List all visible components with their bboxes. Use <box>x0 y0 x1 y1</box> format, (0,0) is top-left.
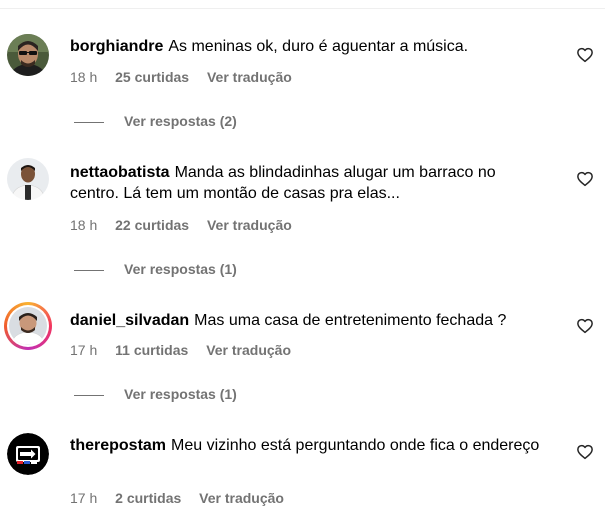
comment-meta: 18 h 25 curtidas Ver tradução <box>70 69 306 85</box>
comment-text-block: borghiandre As meninas ok, duro é aguenta… <box>70 36 550 57</box>
view-replies-label[interactable]: Ver respostas (1) <box>124 386 237 402</box>
comment-time[interactable]: 17 h <box>70 490 97 506</box>
comment-time[interactable]: 18 h <box>70 69 97 85</box>
comment-text: As meninas ok, duro é aguentar a música. <box>168 38 469 55</box>
translate-button[interactable]: Ver tradução <box>199 490 284 506</box>
top-divider <box>0 8 605 9</box>
comment-username[interactable]: borghiandre <box>70 38 163 55</box>
view-replies-label[interactable]: Ver respostas (1) <box>124 261 237 277</box>
comment-username[interactable]: nettaobatista <box>70 164 170 181</box>
comment-meta: 17 h 2 curtidas Ver tradução <box>70 490 298 506</box>
avatar[interactable] <box>7 34 49 76</box>
comment-text-block: nettaobatista Manda as blindadinhas aluga… <box>70 162 540 204</box>
comment-username[interactable]: daniel_silvadan <box>70 312 189 329</box>
comment-meta: 17 h 11 curtidas Ver tradução <box>70 342 305 358</box>
replies-divider <box>74 121 104 123</box>
comment-text-block: daniel_silvadan Mas uma casa de entreteni… <box>70 310 550 331</box>
comment-text-block: therepostam Meu vizinho está perguntando … <box>70 435 540 456</box>
comment-likes[interactable]: 25 curtidas <box>115 69 189 85</box>
heart-outline-icon[interactable] <box>576 170 594 188</box>
comment-meta: 18 h 22 curtidas Ver tradução <box>70 217 306 233</box>
comment-likes[interactable]: 22 curtidas <box>115 217 189 233</box>
translate-button[interactable]: Ver tradução <box>206 342 291 358</box>
comment-text: Mas uma casa de entretenimento fechada ? <box>194 312 507 329</box>
comment-text: Meu vizinho está perguntando onde fica o… <box>171 437 540 454</box>
avatar[interactable] <box>7 158 49 200</box>
view-replies-button[interactable]: Ver respostas (1) <box>74 386 237 402</box>
replies-divider <box>74 269 104 271</box>
comment-time[interactable]: 18 h <box>70 217 97 233</box>
avatar[interactable] <box>7 433 49 475</box>
avatar-story-ring[interactable] <box>4 302 52 350</box>
heart-outline-icon[interactable] <box>576 443 594 461</box>
avatar <box>9 307 47 345</box>
comment-username[interactable]: therepostam <box>70 437 166 454</box>
view-replies-button[interactable]: Ver respostas (2) <box>74 113 237 129</box>
heart-outline-icon[interactable] <box>576 46 594 64</box>
comment-likes[interactable]: 2 curtidas <box>115 490 181 506</box>
translate-button[interactable]: Ver tradução <box>207 217 292 233</box>
avatar-ring-gap <box>7 305 49 347</box>
comment-likes[interactable]: 11 curtidas <box>115 342 188 358</box>
replies-divider <box>74 394 104 396</box>
comment-time[interactable]: 17 h <box>70 342 97 358</box>
view-replies-button[interactable]: Ver respostas (1) <box>74 261 237 277</box>
view-replies-label[interactable]: Ver respostas (2) <box>124 113 237 129</box>
heart-outline-icon[interactable] <box>576 317 594 335</box>
translate-button[interactable]: Ver tradução <box>207 69 292 85</box>
